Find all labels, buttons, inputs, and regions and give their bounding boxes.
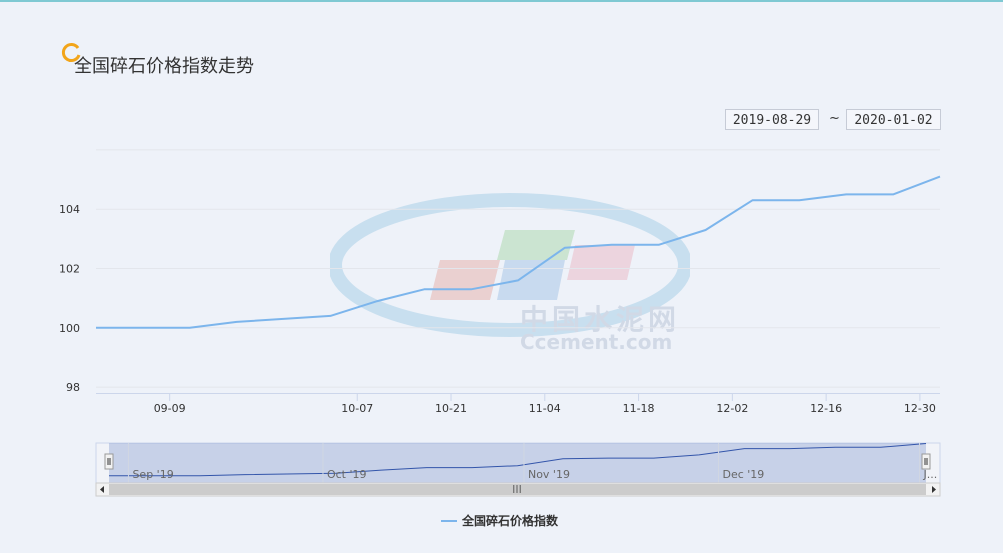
- legend[interactable]: 全国碎石价格指数: [441, 512, 558, 529]
- x-tick-label: 12-02: [716, 402, 748, 415]
- x-tick-label: 10-21: [435, 402, 467, 415]
- handle-body: [921, 453, 931, 470]
- y-tick-label: 98: [66, 381, 80, 394]
- navigator-label: Nov '19: [528, 468, 570, 481]
- x-tick-label: 12-16: [810, 402, 842, 415]
- series-layer: [96, 175, 941, 329]
- x-tick-labels: 09-09 10-07 10-21 11-04 11-18 12-02 12-16 12-30: [154, 402, 936, 415]
- y-tick-label: 104: [59, 203, 80, 216]
- y-tick-labels: 98 100 102 104: [59, 203, 80, 394]
- navigator-label: Oct '19: [327, 468, 367, 481]
- navigator-label: Dec '19: [723, 468, 765, 481]
- chart-canvas: 98 100 102 104 09-09 10-07 10-21 11-04 11-18 12-…: [59, 149, 941, 497]
- grid-lines: [96, 149, 940, 388]
- navigator-right-handle[interactable]: [921, 453, 931, 470]
- navigator-selection: [109, 443, 926, 483]
- legend-label: 全国碎石价格指数: [462, 514, 559, 528]
- x-tick-label: 11-18: [623, 402, 655, 415]
- y-tick-label: 100: [59, 322, 80, 335]
- x-tick-label: 10-07: [341, 402, 373, 415]
- y-tick-label: 102: [59, 263, 80, 276]
- navigator-left-handle[interactable]: [104, 453, 114, 470]
- x-tick-label: 09-09: [154, 402, 186, 415]
- handle-body: [104, 453, 114, 470]
- navigator-label: J...: [923, 468, 938, 481]
- x-tick-label: 11-04: [529, 402, 561, 415]
- navigator-scrollbar[interactable]: III: [95, 482, 941, 497]
- x-tick-label: 12-30: [904, 402, 936, 415]
- series-line: [96, 175, 941, 329]
- navigator[interactable]: Sep '19 Oct '19 Nov '19 Dec '19 J... III: [95, 442, 941, 497]
- legend-swatch: [441, 519, 457, 522]
- axes: [96, 393, 940, 401]
- navigator-label: Sep '19: [132, 468, 173, 481]
- scrollbar-grip: III: [512, 483, 522, 496]
